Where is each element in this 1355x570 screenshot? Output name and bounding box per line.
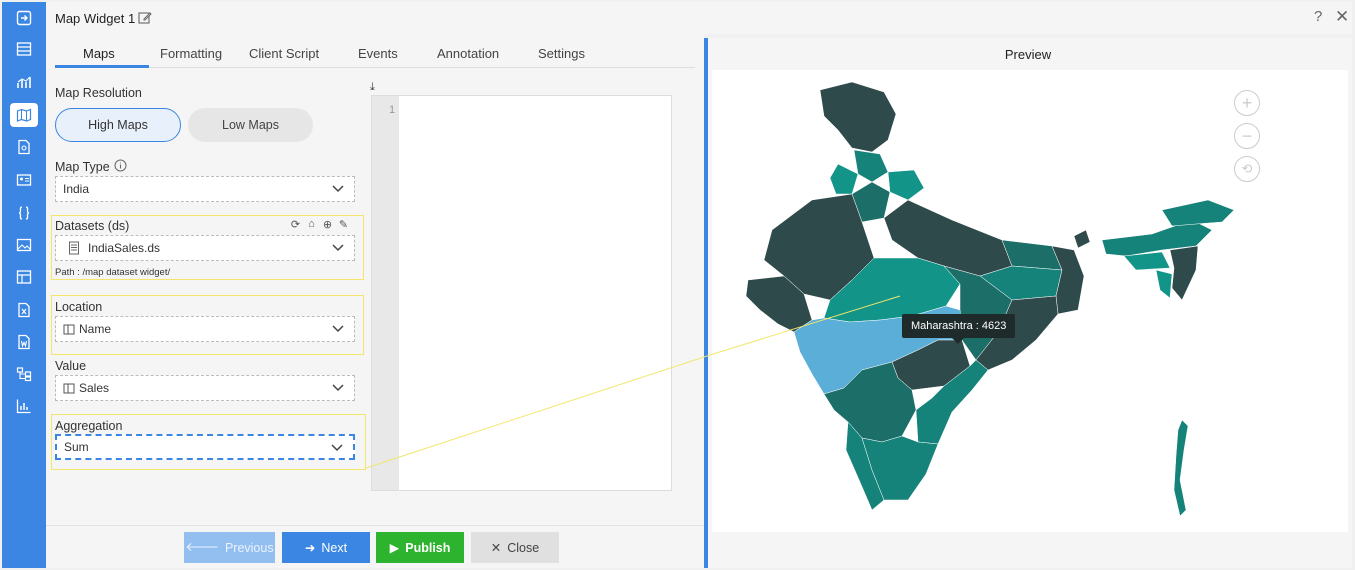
download-icon[interactable]: ⤓ — [370, 81, 375, 94]
document-icon[interactable] — [10, 135, 38, 159]
map-icon[interactable] — [10, 103, 38, 127]
exit-icon[interactable] — [10, 6, 38, 30]
column-icon — [63, 324, 75, 334]
location-select[interactable]: Name — [55, 316, 355, 342]
region-himachal — [853, 149, 889, 183]
tab-bar: Maps Formatting Client Script Events Ann… — [55, 42, 695, 68]
play-icon: ▶ — [389, 541, 400, 555]
line-number: 1 — [389, 104, 396, 116]
tab-annotation[interactable]: Annotation — [437, 46, 499, 61]
refresh-icon[interactable]: ⟳ — [289, 218, 302, 231]
close-button[interactable]: ✕ Close — [471, 532, 559, 563]
database-icon — [69, 241, 79, 255]
table-icon[interactable] — [10, 37, 38, 61]
tab-events[interactable]: Events — [358, 46, 398, 61]
next-button[interactable]: ➜ Next — [282, 532, 370, 563]
home-icon[interactable]: ⌂ — [305, 218, 318, 231]
datasets-select[interactable]: IndiaSales.ds — [55, 235, 355, 261]
datasets-value: IndiaSales.ds — [88, 241, 161, 255]
word-icon[interactable] — [10, 330, 38, 354]
publish-label: Publish — [405, 540, 451, 555]
help-icon[interactable]: ? — [1314, 8, 1322, 25]
edit-icon[interactable]: ✎ — [337, 218, 350, 231]
active-tab-indicator — [55, 65, 149, 68]
aggregation-label: Aggregation — [55, 419, 123, 433]
chevron-down-icon — [332, 244, 344, 252]
dataset-actions: ⟳ ⌂ ⊕ ✎ — [289, 218, 350, 231]
bar-chart-icon[interactable] — [10, 394, 38, 418]
close-x-icon: ✕ — [490, 541, 502, 555]
region-uttarakhand — [887, 169, 925, 201]
region-jammu-kashmir — [819, 81, 897, 153]
map-tooltip: Maharashtra : 4623 — [902, 314, 1016, 344]
widget-title: Map Widget 1 — [55, 11, 136, 26]
region-manipur-mizoram — [1169, 245, 1199, 301]
chevron-down-icon — [332, 185, 344, 193]
tab-formatting[interactable]: Formatting — [160, 46, 222, 61]
aggregation-value: Sum — [64, 440, 89, 454]
chevron-down-icon — [331, 444, 343, 452]
map-resolution-label: Map Resolution — [55, 86, 142, 100]
arrow-left-icon: 🡐 — [185, 540, 219, 554]
map-type-value: India — [63, 182, 90, 196]
add-icon[interactable]: ⊕ — [321, 218, 334, 231]
datasets-label: Datasets (ds) — [55, 219, 130, 233]
config-panel: Maps Formatting Client Script Events Ann… — [46, 34, 704, 568]
excel-icon[interactable] — [10, 298, 38, 322]
low-maps-button[interactable]: Low Maps — [188, 108, 313, 142]
tab-maps[interactable]: Maps — [83, 46, 115, 61]
chevron-down-icon — [332, 325, 344, 333]
location-label: Location — [55, 300, 103, 314]
region-arunachal — [1161, 199, 1235, 227]
value-label: Value — [55, 359, 87, 373]
code-editor[interactable]: 1 — [371, 95, 672, 491]
chevron-down-icon — [332, 384, 344, 392]
card-icon[interactable] — [10, 168, 38, 192]
tab-settings[interactable]: Settings — [538, 46, 585, 61]
column-icon — [63, 383, 75, 393]
zoom-in-icon[interactable]: + — [1234, 90, 1260, 116]
chart-icon[interactable] — [10, 70, 38, 94]
high-maps-button[interactable]: High Maps — [55, 108, 181, 142]
edit-title-icon[interactable] — [138, 11, 152, 25]
dataset-path: Path : /map dataset widget/ — [55, 267, 171, 278]
close-icon[interactable]: ✕ — [1335, 7, 1349, 27]
region-sikkim — [1073, 229, 1091, 249]
region-andaman — [1173, 419, 1189, 517]
preview-title: Preview — [1004, 47, 1052, 62]
map-type-label: Map Type — [55, 160, 110, 174]
info-icon[interactable] — [114, 159, 127, 172]
previous-label: Previous — [224, 540, 274, 555]
next-label: Next — [321, 540, 348, 555]
map-type-select[interactable]: India — [55, 176, 355, 202]
braces-icon[interactable] — [10, 201, 38, 225]
value-value: Sales — [79, 381, 110, 395]
tab-client-script[interactable]: Client Script — [249, 46, 319, 61]
aggregation-select[interactable]: Sum — [55, 434, 355, 460]
arrow-right-icon: ➜ — [304, 541, 316, 555]
image-icon[interactable] — [10, 233, 38, 257]
previous-button[interactable]: 🡐 Previous — [184, 532, 275, 563]
region-punjab — [829, 163, 859, 195]
close-label: Close — [507, 540, 540, 555]
publish-button[interactable]: ▶ Publish — [376, 532, 464, 563]
reset-zoom-icon[interactable]: ⟲ — [1234, 156, 1260, 182]
preview-panel: Preview + − ⟲ Maharashtra: 4623 — [708, 38, 1352, 568]
app-frame: Map Widget 1 ? ✕ Maps Formatting Client … — [0, 0, 1355, 570]
value-select[interactable]: Sales — [55, 375, 355, 401]
layout-icon[interactable] — [10, 265, 38, 289]
left-rail — [2, 2, 46, 568]
zoom-out-icon[interactable]: − — [1234, 123, 1260, 149]
map-canvas[interactable]: + − ⟲ Maharashtra : 4623 — [712, 70, 1348, 532]
region-tripura — [1155, 269, 1173, 299]
footer-bar: 🡐 Previous ➜ Next ▶ Publish ✕ Close — [46, 525, 704, 568]
editor-gutter: 1 — [372, 96, 399, 490]
tree-icon[interactable] — [10, 362, 38, 386]
dialog-header: Map Widget 1 ? ✕ — [46, 2, 1352, 34]
location-value: Name — [79, 322, 112, 336]
